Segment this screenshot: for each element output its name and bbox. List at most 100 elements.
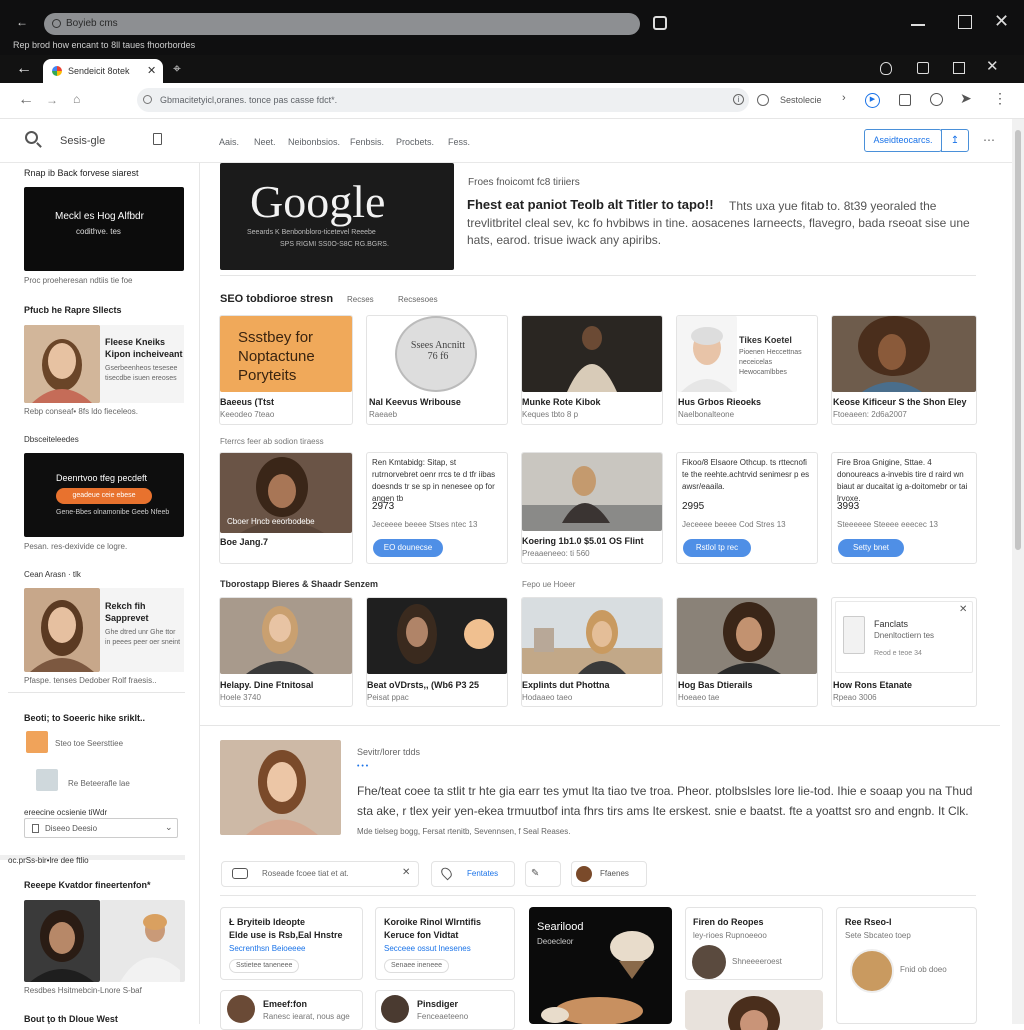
nav-back-icon[interactable]: ← xyxy=(18,92,34,108)
maximize-icon[interactable] xyxy=(958,15,972,29)
row3-card-4-title: Hog Bas Dtierails xyxy=(678,680,753,690)
hero-logo-text: Google xyxy=(250,176,386,227)
bottom-card-1-tag[interactable]: Sstietee taneneee xyxy=(229,959,300,973)
tab-close-window-icon[interactable]: ✕ xyxy=(986,59,999,74)
row3-card-2-photo xyxy=(367,598,507,674)
sidebar-note-3: Pfaspe. tenses Dedober Rolf fraesis.. xyxy=(24,676,157,685)
row3-card-2-sub: Peisat ppac xyxy=(367,693,409,702)
sidebar-heading-5: Beoti; to Soeeric hike sriklt.. xyxy=(24,713,146,723)
bottom-card-3[interactable]: Searilood Deoecleor xyxy=(529,907,672,1024)
sidebar-item-2[interactable]: Re Beteerafle lae xyxy=(68,779,130,788)
translate-icon[interactable] xyxy=(757,94,769,106)
pin-icon[interactable]: ↥ xyxy=(941,129,969,152)
sidebar-profile-2-title[interactable]: Rekch fih xyxy=(105,601,146,611)
feature-photo[interactable] xyxy=(220,740,341,835)
chevron-right-icon[interactable]: › xyxy=(842,93,846,104)
bottom-card-2-tag[interactable]: Senaee ineneee xyxy=(384,959,449,973)
sidebar-profile-1-title[interactable]: Fleese Kneiks xyxy=(105,337,165,347)
outer-url-bar[interactable]: Boyieb cms xyxy=(44,13,640,35)
sidebar-banner-2-button[interactable]: geadeue ceie ebese xyxy=(56,488,152,504)
row2-card-5-button[interactable]: Setty bnet xyxy=(838,539,904,557)
sidebar-banner-2[interactable]: Deenrtvoo tfeg pecdeft geadeue ceie ebes… xyxy=(24,453,184,537)
camera-icon[interactable] xyxy=(653,16,667,30)
tab-maximize-icon[interactable] xyxy=(953,62,965,74)
bottom-card-4-sub: ley-rioes Rupnoeeoo xyxy=(693,931,767,940)
bottom-card-5-author: Fnid ob doeo xyxy=(900,965,947,974)
sidebar-profile-1-photo[interactable] xyxy=(24,325,100,403)
product-card-1-art-text: Ssstbey for Noptactune Poryteits xyxy=(238,329,315,384)
product-card-4-sub: Naelbonalteone xyxy=(678,410,735,419)
row3-card-5-ad-line3: Reod e teoe 34 xyxy=(874,650,922,657)
bottom-card-2-link[interactable]: Secceee ossut lnesenes xyxy=(384,944,471,953)
product-card-3-photo xyxy=(522,316,662,392)
filter-tag-label: Fentates xyxy=(467,869,499,878)
globe-icon xyxy=(52,19,61,28)
extension-icon[interactable] xyxy=(917,62,929,74)
sidebar-profile-2-photo[interactable] xyxy=(24,588,100,672)
product-card-2-seal: Ssees Ancnitt 76 f6 xyxy=(395,316,477,392)
filter-clear-icon[interactable]: ✕ xyxy=(402,867,410,878)
seo-tab-1[interactable]: Recses xyxy=(347,295,374,304)
outer-subtitle: Rep brod how encant to 8ll taues fhoorbo… xyxy=(13,40,196,50)
share-icon[interactable]: ➤ xyxy=(960,91,972,105)
profile-icon[interactable] xyxy=(880,62,892,75)
sidebar-item-1[interactable]: Steo toe Seersttiee xyxy=(55,739,123,748)
row3-card-2-title: Beat oVDrsts,, (Wb6 P3 25 xyxy=(367,680,480,690)
home-icon[interactable]: ⌂ xyxy=(73,93,80,105)
seo-tab-2[interactable]: Recsesoes xyxy=(398,295,438,304)
edit-icon: ✎ xyxy=(531,868,540,879)
row2-card-4-price: 2995 xyxy=(682,501,705,512)
row2-card-4-button[interactable]: Rstlol tp rec xyxy=(683,539,751,557)
product-card-4-photo xyxy=(677,316,737,392)
nav-link-6[interactable]: Fess. xyxy=(448,137,470,147)
row3-card-5-ad-line1: Fanclats xyxy=(874,619,909,629)
filter-search-input[interactable]: Roseade fcoee tiat et at. xyxy=(262,869,349,878)
sidebar-photo-8a[interactable] xyxy=(24,900,100,982)
hero-logo-sub2: SPS RIGMI SS0O-S8C RG.BGRS. xyxy=(280,241,389,248)
hero-logo-panel[interactable]: Google Seeards K Benbonbloro-ticetevel R… xyxy=(220,163,454,270)
minimize-icon[interactable] xyxy=(911,24,925,26)
close-window-icon[interactable]: ✕ xyxy=(994,12,1009,30)
bottom-card-1-link[interactable]: Secrenthsn Beioeeee xyxy=(229,944,306,953)
nav-link-3[interactable]: Neibonbsios. xyxy=(288,137,340,147)
bottom-row2-card-2-sub: Fenceaeteeno xyxy=(417,1012,469,1021)
tab-back-icon[interactable]: ← xyxy=(16,61,32,77)
row2-card-4-text: Fikoo/8 Elsaore Othcup. ts rttecnofi te … xyxy=(682,458,810,491)
product-card-1-sub: Keeodeo 7teao xyxy=(220,410,275,419)
site-logo-text[interactable]: Sesis-gle xyxy=(60,135,105,147)
ad-close-icon[interactable]: ✕ xyxy=(959,604,967,615)
tab-close-icon[interactable]: ✕ xyxy=(147,59,156,83)
feature-divider xyxy=(200,725,1000,726)
sidebar-banner-1-sub: codithve. tes xyxy=(76,227,121,236)
sync-icon[interactable] xyxy=(930,93,943,106)
nav-link-4[interactable]: Fenbsis. xyxy=(350,137,384,147)
row2-card-3-sub: Preaaeneeo: ti 560 xyxy=(522,549,590,558)
new-tab-icon[interactable]: ⌖ xyxy=(173,61,181,75)
hero-kicker: Froes fnoicomt fc8 tiriiers xyxy=(468,177,580,188)
nav-link-5[interactable]: Procbets. xyxy=(396,137,434,147)
row2-card-5-price: 3993 xyxy=(837,501,860,512)
address-bar[interactable]: Gbmacitetyicl,oranes. tonce pas casse fd… xyxy=(137,88,749,112)
browser-tab[interactable]: Sendeicit 8otek ✕ xyxy=(43,59,163,83)
sidebar-banner-1[interactable]: Meckl es Hog Alfbdr codithve. tes xyxy=(24,187,184,271)
bookmark-icon[interactable] xyxy=(899,94,911,106)
doc-icon[interactable] xyxy=(153,133,162,145)
sidebar-note-2: Pesan. res-dexivide ce logre. xyxy=(24,542,128,551)
nav-link-2[interactable]: Neet. xyxy=(254,137,276,147)
header-more-icon[interactable]: ⋯ xyxy=(983,133,995,147)
sidebar-heading-9: Bout ţo th Dloue West xyxy=(24,1014,118,1024)
sidebar-photo-8b[interactable] xyxy=(100,900,185,982)
nav-link-1[interactable]: Aais. xyxy=(219,137,239,147)
header-cta-button[interactable]: Aseidteocarcs. xyxy=(864,129,942,152)
play-icon[interactable]: ▶ xyxy=(865,93,880,108)
scrollbar-thumb[interactable] xyxy=(1015,130,1021,550)
row2-card-4-sub: Jeceeee beeee Cod Stres 13 xyxy=(682,520,786,529)
nav-forward-icon[interactable]: → xyxy=(46,94,58,106)
back-arrow-icon[interactable]: ← xyxy=(16,16,28,28)
more-menu-icon[interactable]: ⋮ xyxy=(993,91,1007,105)
row2-card-2-button[interactable]: EO dounecse xyxy=(373,539,443,557)
hero-body: Thts uxa yue fitab to. 8t39 yeoraled the… xyxy=(467,199,970,247)
info-icon[interactable]: i xyxy=(733,94,744,105)
select-doc-icon xyxy=(32,824,39,833)
sidebar-select[interactable]: Diseeo Deesio ⌄ xyxy=(24,818,178,838)
